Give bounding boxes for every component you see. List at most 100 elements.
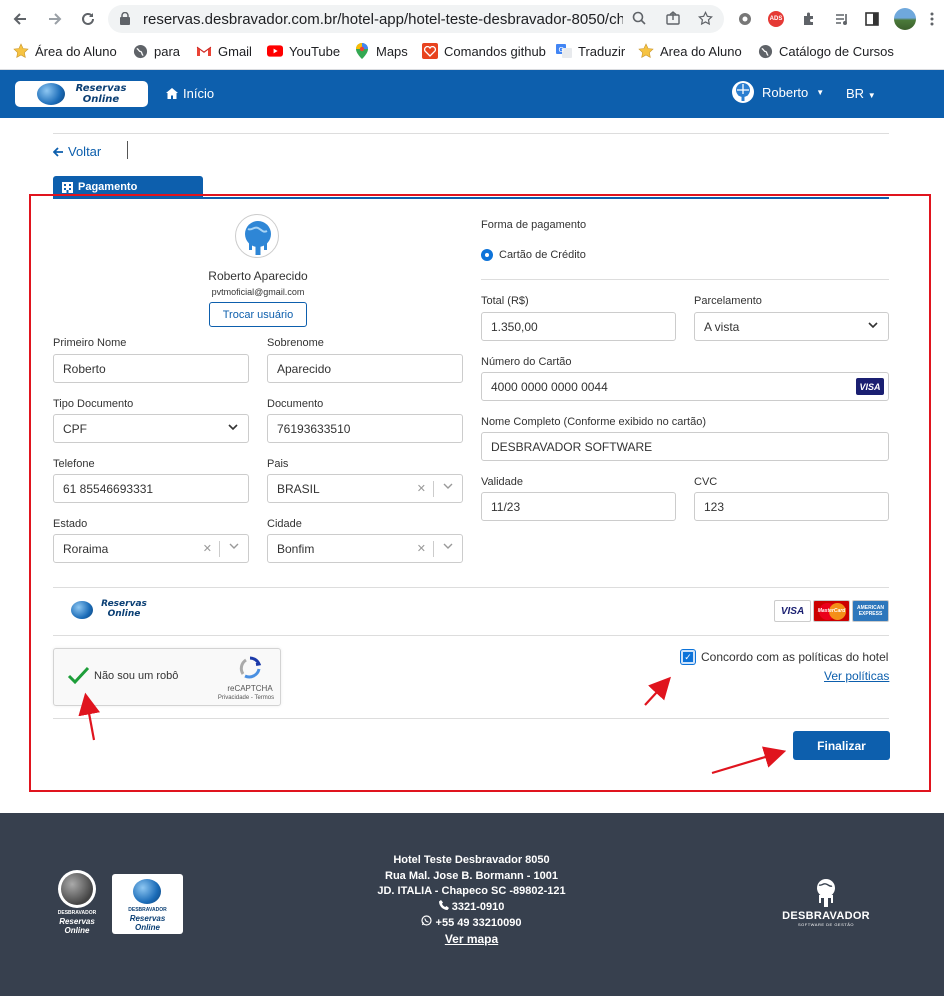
extension-gear-icon[interactable] bbox=[735, 9, 755, 29]
city-select[interactable]: Bonfim ✕ bbox=[267, 534, 463, 563]
checkmark-icon[interactable] bbox=[66, 663, 90, 687]
bookmark-para[interactable]: para bbox=[132, 42, 180, 60]
user-dropdown[interactable]: Roberto ▼ bbox=[732, 81, 824, 103]
cardholder-input[interactable]: DESBRAVADOR SOFTWARE bbox=[481, 432, 889, 461]
url-text: reservas.desbravador.com.br/hotel-app/ho… bbox=[143, 11, 623, 28]
chevron-down-icon bbox=[443, 543, 453, 549]
svg-text:G: G bbox=[559, 46, 564, 54]
hotel-name: Hotel Teste Desbravador 8050 bbox=[393, 854, 550, 866]
bookmark-maps[interactable]: Maps bbox=[354, 42, 408, 60]
desbravador-globe-icon bbox=[817, 879, 835, 907]
expiry-input[interactable]: 11/23 bbox=[481, 492, 676, 521]
lock-icon bbox=[120, 12, 130, 25]
bookmark-comandos-github[interactable]: Comandos github bbox=[422, 42, 546, 60]
hotel-phone: 3321-0910 bbox=[370, 899, 573, 916]
globe-logo-icon bbox=[37, 83, 65, 105]
recaptcha-logo-icon bbox=[239, 656, 262, 679]
reservas-online-logo[interactable]: Reservas Online bbox=[15, 81, 148, 107]
payment-method-credit-card[interactable]: Cartão de Crédito bbox=[481, 249, 586, 261]
tab-payment[interactable]: Pagamento bbox=[53, 176, 203, 198]
reservas-online-footer-logo-dark: DESBRAVADOR Reservas Online bbox=[54, 868, 100, 940]
address-bar[interactable]: reservas.desbravador.com.br/hotel-app/ho… bbox=[108, 5, 724, 33]
checkbox-checked-icon[interactable]: ✓ bbox=[681, 650, 695, 664]
clear-icon[interactable]: ✕ bbox=[417, 482, 426, 495]
language-dropdown[interactable]: BR ▼ bbox=[846, 86, 876, 101]
phone-icon bbox=[438, 899, 452, 913]
recaptcha-widget[interactable]: Não sou um robô reCAPTCHA Privacidade - … bbox=[53, 648, 281, 706]
clear-icon[interactable]: ✕ bbox=[203, 542, 212, 555]
bookmarks-bar: Área do Aluno para Gmail YouTube Maps Co… bbox=[0, 38, 944, 64]
radio-selected[interactable] bbox=[481, 249, 493, 261]
total-label: Total (R$) bbox=[481, 295, 529, 307]
forward-arrow-icon[interactable] bbox=[44, 8, 66, 30]
reload-icon[interactable] bbox=[77, 8, 99, 30]
translate-icon: G bbox=[556, 43, 572, 59]
cardholder-label: Nome Completo (Conforme exibido no cartã… bbox=[481, 416, 706, 428]
divider bbox=[53, 718, 889, 719]
visa-card-icon: VISA bbox=[856, 378, 884, 395]
country-select[interactable]: BRASIL ✕ bbox=[267, 474, 463, 503]
bookmark-youtube[interactable]: YouTube bbox=[267, 42, 340, 60]
card-number-input[interactable]: 4000 0000 0000 0044 VISA bbox=[481, 372, 889, 401]
first-name-input[interactable]: Roberto bbox=[53, 354, 249, 383]
hotel-whatsapp: +55 49 33210090 bbox=[370, 915, 573, 932]
bookmark-catalogo-cursos[interactable]: Catálogo de Cursos bbox=[757, 42, 894, 60]
ads-extension-icon[interactable]: ADS bbox=[766, 9, 786, 29]
doc-type-select[interactable]: CPF bbox=[53, 414, 249, 443]
chevron-down-icon bbox=[228, 424, 238, 431]
state-label: Estado bbox=[53, 518, 88, 530]
city-label: Cidade bbox=[267, 518, 302, 530]
heart-icon bbox=[422, 43, 438, 59]
last-name-input[interactable]: Aparecido bbox=[267, 354, 463, 383]
globe-icon bbox=[757, 43, 773, 59]
youtube-icon bbox=[267, 43, 283, 59]
arrow-left-icon bbox=[53, 146, 63, 157]
accepted-cards: VISA MasterCard AMERICAN EXPRESS bbox=[774, 600, 889, 622]
divider bbox=[53, 587, 889, 588]
share-icon[interactable] bbox=[665, 11, 681, 27]
chevron-down-icon bbox=[868, 322, 878, 329]
page-content bbox=[0, 118, 944, 813]
media-control-icon[interactable] bbox=[832, 9, 852, 29]
star-bookmark-icon[interactable] bbox=[697, 10, 713, 27]
amex-logo-icon: AMERICAN EXPRESS bbox=[852, 600, 889, 622]
clear-icon[interactable]: ✕ bbox=[417, 542, 426, 555]
puzzle-extensions-icon[interactable] bbox=[799, 9, 819, 29]
recaptcha-terms-link[interactable]: Privacidade - Termos bbox=[210, 695, 282, 701]
star-icon bbox=[13, 43, 29, 59]
star-icon bbox=[638, 43, 654, 59]
bookmark-traduzir[interactable]: G Traduzir bbox=[556, 42, 625, 60]
back-arrow-icon[interactable] bbox=[9, 8, 31, 30]
bookmark-gmail[interactable]: Gmail bbox=[196, 42, 252, 60]
cvc-input[interactable]: 123 bbox=[694, 492, 889, 521]
profile-avatar-icon[interactable] bbox=[893, 7, 917, 31]
globe-icon bbox=[132, 43, 148, 59]
total-input[interactable]: 1.350,00 bbox=[481, 312, 676, 341]
document-label: Documento bbox=[267, 398, 324, 410]
agree-policies-checkbox[interactable]: ✓ Concordo com as políticas do hotel bbox=[681, 650, 888, 664]
browser-toolbar: reservas.desbravador.com.br/hotel-app/ho… bbox=[0, 0, 944, 70]
hotel-address-line1: Rua Mal. Jose B. Bormann - 1001 bbox=[385, 869, 558, 882]
chrome-menu-icon[interactable] bbox=[925, 9, 939, 29]
document-input[interactable]: 76193633510 bbox=[267, 414, 463, 443]
doc-type-label: Tipo Documento bbox=[53, 398, 134, 410]
gmail-icon bbox=[196, 43, 212, 59]
installments-select[interactable]: A vista bbox=[694, 312, 889, 341]
home-link[interactable]: Início bbox=[166, 86, 214, 101]
phone-input[interactable]: 61 85546693331 bbox=[53, 474, 249, 503]
view-policies-link[interactable]: Ver políticas bbox=[824, 669, 889, 683]
side-panel-icon[interactable] bbox=[862, 9, 882, 29]
last-name-label: Sobrenome bbox=[267, 337, 324, 349]
user-avatar bbox=[235, 214, 279, 258]
divider bbox=[481, 279, 889, 280]
divider bbox=[53, 133, 889, 134]
switch-user-button[interactable]: Trocar usuário bbox=[209, 302, 307, 327]
bookmark-area-aluno[interactable]: Área do Aluno bbox=[13, 42, 117, 60]
bookmark-area-aluno-2[interactable]: Area do Aluno bbox=[638, 42, 742, 60]
state-select[interactable]: Roraima ✕ bbox=[53, 534, 249, 563]
back-link[interactable]: Voltar bbox=[53, 144, 101, 159]
home-icon bbox=[166, 88, 178, 99]
zoom-icon[interactable] bbox=[631, 11, 647, 27]
finalize-button[interactable]: Finalizar bbox=[793, 731, 890, 760]
view-map-link[interactable]: Ver mapa bbox=[370, 932, 573, 948]
